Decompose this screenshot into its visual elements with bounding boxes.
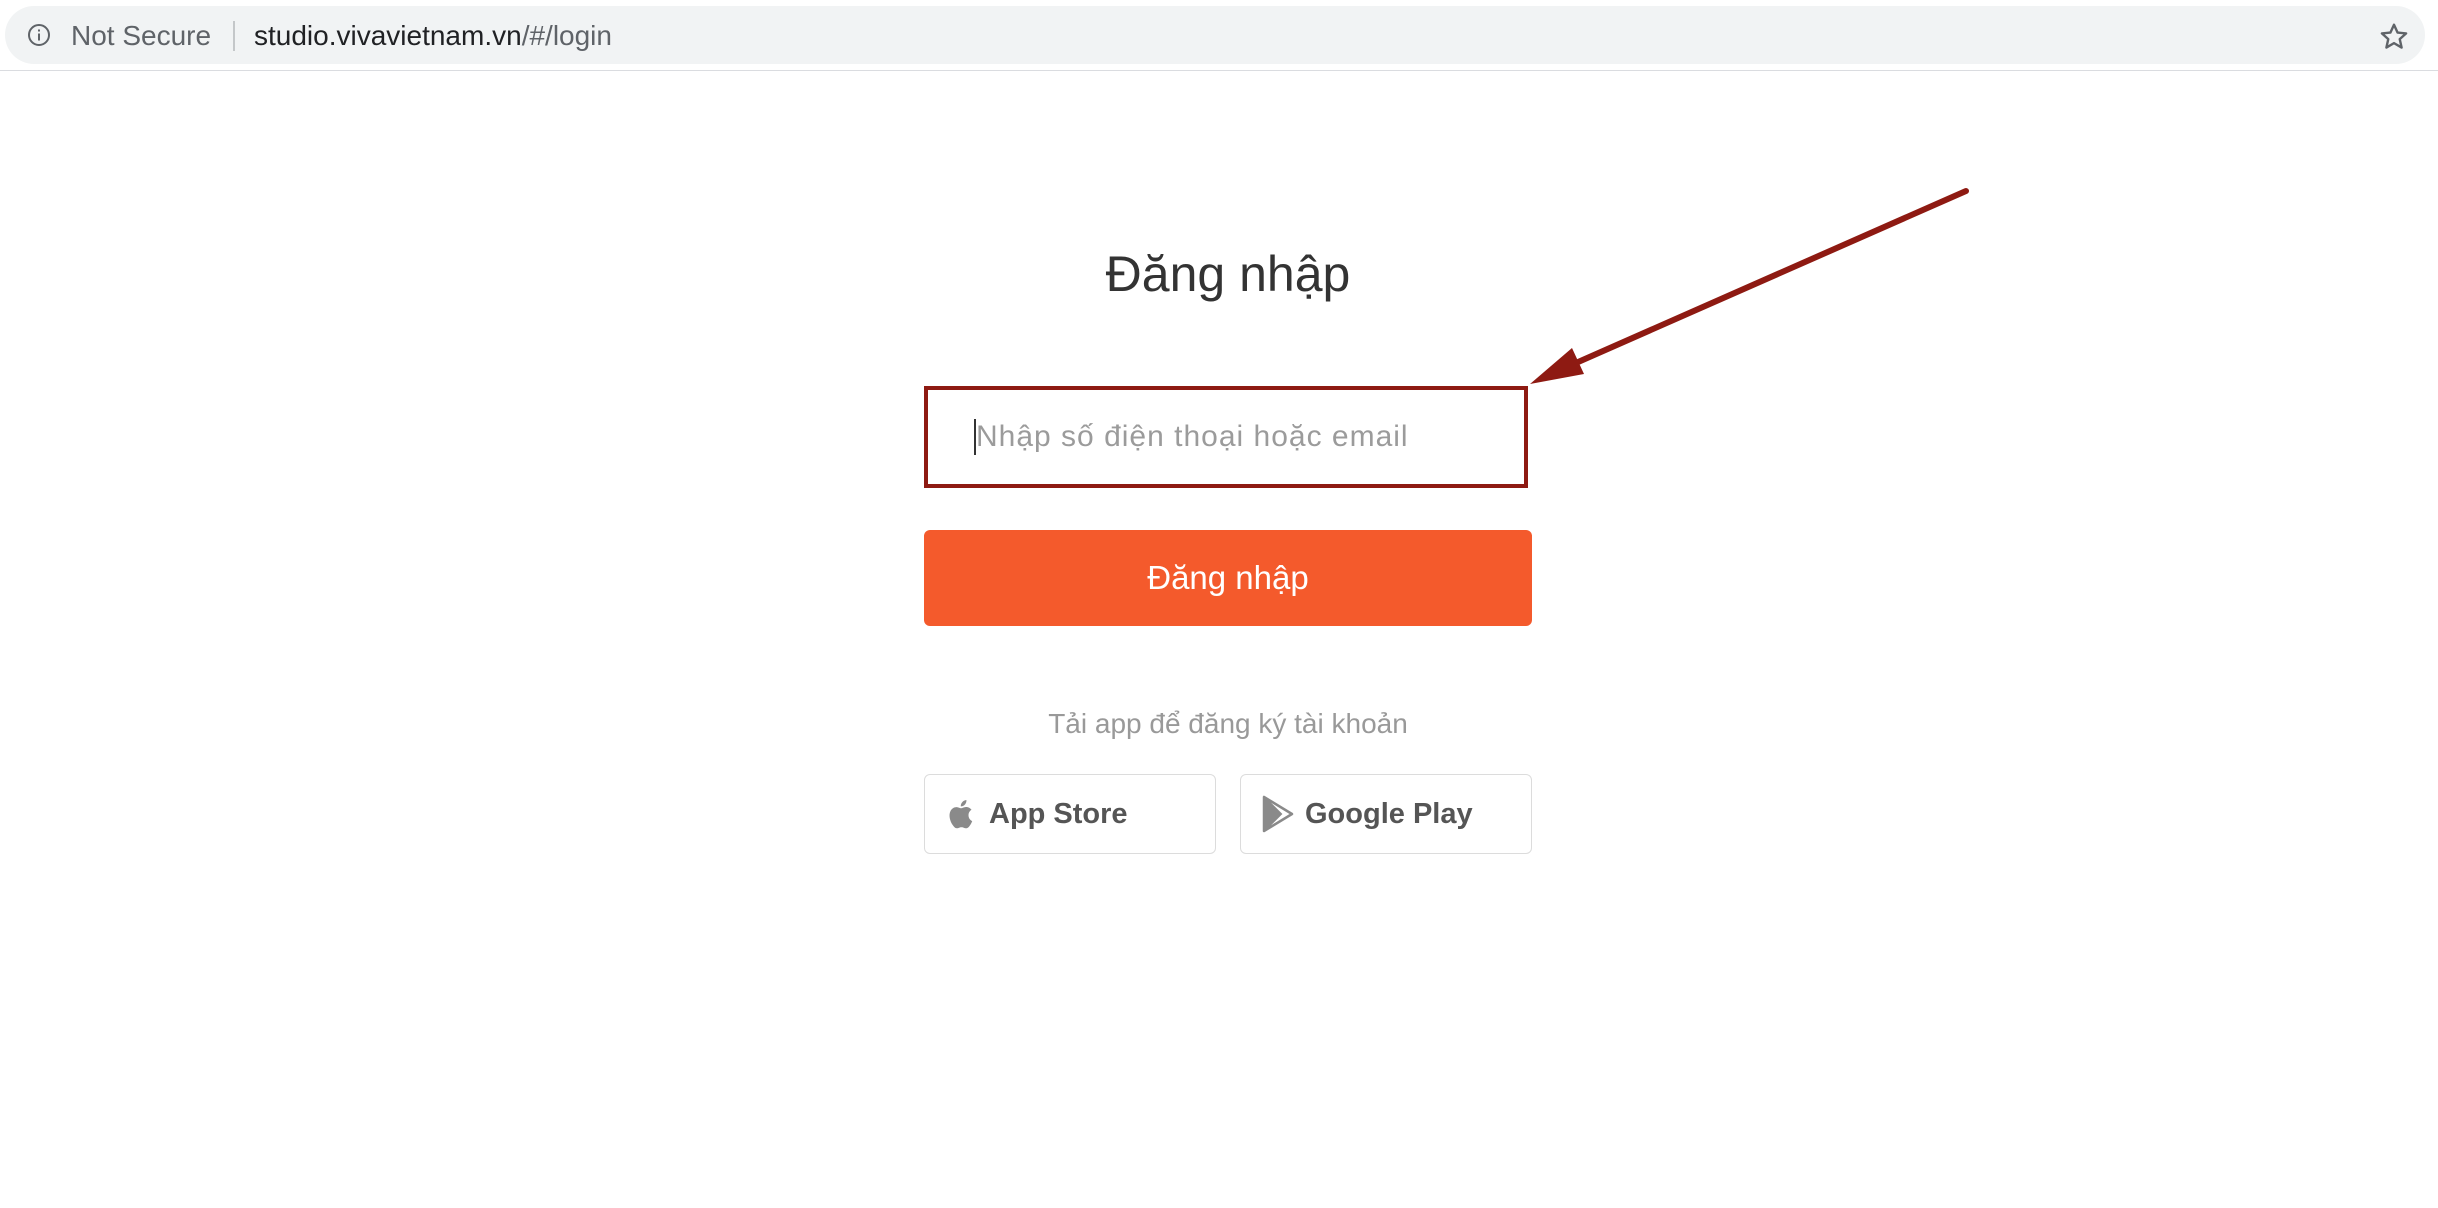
url-host: studio.vivavietnam.vn xyxy=(254,20,522,51)
security-status[interactable]: Not Secure xyxy=(71,20,211,52)
register-hint: Tải app để đăng ký tài khoản xyxy=(1048,708,1408,739)
url-path: /#/login xyxy=(521,20,612,51)
toolbar-divider xyxy=(0,70,2438,71)
star-icon[interactable] xyxy=(2378,21,2410,53)
google-play-button[interactable]: Google Play xyxy=(1240,774,1532,854)
play-icon xyxy=(1262,795,1294,833)
apple-icon xyxy=(949,800,973,829)
page-title: Đăng nhập xyxy=(1105,246,1351,302)
google-play-label: Google Play xyxy=(1305,797,1473,830)
omnibox-separator xyxy=(233,21,235,51)
app-store-label: App Store xyxy=(989,797,1128,830)
app-store-button[interactable]: App Store xyxy=(924,774,1216,854)
phone-email-field-wrapper xyxy=(924,386,1528,488)
login-button[interactable]: Đăng nhập xyxy=(924,530,1532,626)
url-text[interactable]: studio.vivavietnam.vn/#/login xyxy=(254,20,612,52)
info-icon[interactable] xyxy=(27,23,51,47)
address-bar[interactable]: Not Secure studio.vivavietnam.vn/#/login xyxy=(5,6,2425,64)
text-caret xyxy=(974,419,976,455)
phone-email-input[interactable] xyxy=(924,386,1528,488)
